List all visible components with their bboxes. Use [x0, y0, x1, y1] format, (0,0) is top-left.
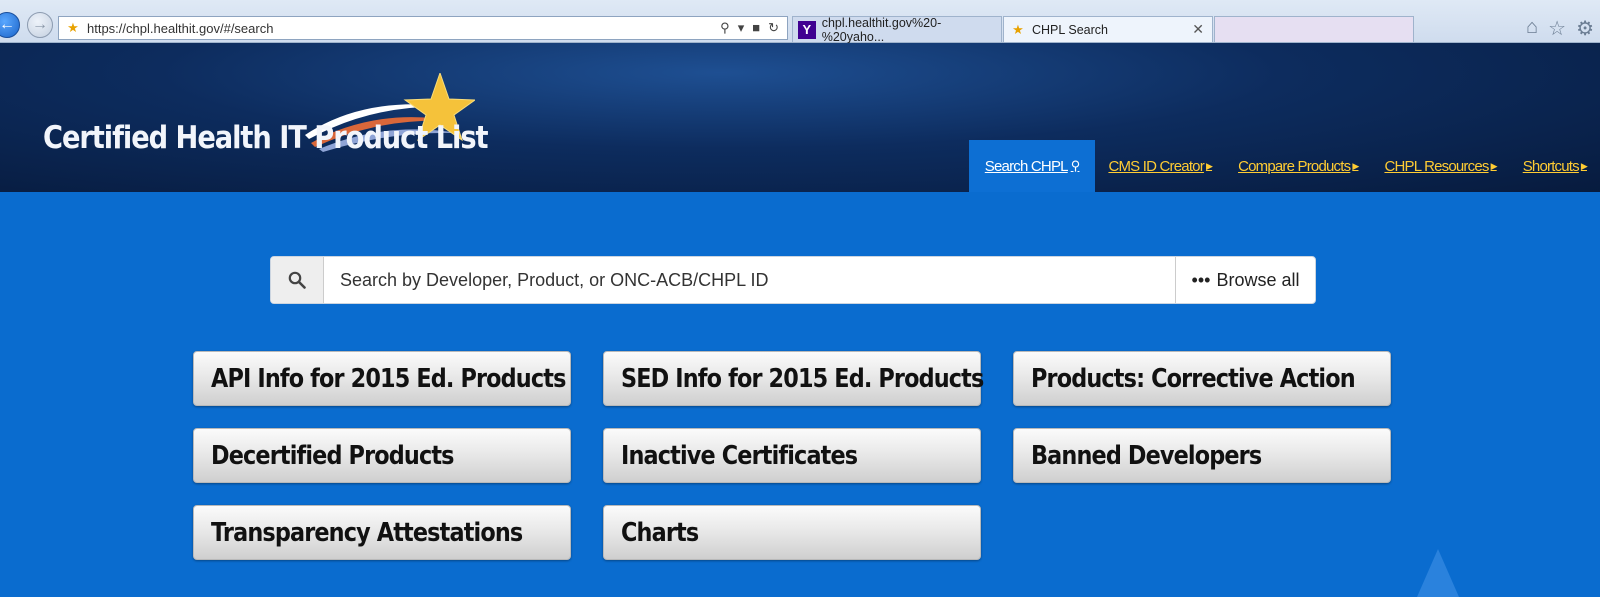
tab-yahoo[interactable]: Y chpl.healthit.gov%20-%20yaho... [792, 15, 1002, 44]
tile-label: Inactive Certificates [621, 440, 858, 471]
tile-banned-developers[interactable]: Banned Developers [1013, 428, 1391, 483]
browse-all-button[interactable]: ••• Browse all [1175, 257, 1315, 303]
nav-label: CHPL Resources [1384, 157, 1489, 175]
lock-icon[interactable]: ■ [752, 20, 760, 36]
nav-cms-id-creator[interactable]: CMS ID Creator ▶ [1095, 140, 1225, 192]
tile-label: Transparency Attestations [211, 517, 523, 548]
search-bar: ••• Browse all [270, 256, 1316, 304]
favorites-star-icon[interactable]: ☆ [1548, 16, 1566, 41]
chevron-down-icon[interactable]: ▾ [738, 20, 745, 36]
search-icon: ⚲ [1070, 158, 1081, 173]
caret-right-icon: ▶ [1490, 160, 1498, 171]
tile-label: Products: Corrective Action [1031, 363, 1356, 394]
nav-compare-products[interactable]: Compare Products ▶ [1225, 140, 1371, 192]
yahoo-favicon-icon: Y [798, 20, 816, 39]
address-bar[interactable]: ★ https://chpl.healthit.gov/#/search ⚲ ▾… [58, 16, 788, 40]
search-icon [288, 271, 306, 289]
nav-label: Compare Products [1238, 157, 1351, 175]
caret-right-icon: ▶ [1580, 160, 1588, 171]
tile-label: Decertified Products [211, 440, 454, 471]
site-header: Certified Health IT Product List Search … [0, 43, 1600, 192]
nav-shortcuts[interactable]: Shortcuts ▶ [1510, 140, 1600, 192]
tile-decertified-products[interactable]: Decertified Products [193, 428, 571, 483]
tile-api-info[interactable]: API Info for 2015 Ed. Products [193, 351, 571, 406]
nav-chpl-resources[interactable]: CHPL Resources ▶ [1371, 140, 1509, 192]
search-input[interactable] [324, 257, 1175, 303]
forward-button[interactable]: → [27, 12, 53, 38]
tab-label: chpl.healthit.gov%20-%20yaho... [821, 15, 942, 44]
nav-label: Search CHPL [984, 157, 1069, 175]
browse-all-label: Browse all [1216, 269, 1300, 290]
nav-search-chpl[interactable]: Search CHPL ⚲ [968, 140, 1096, 192]
gear-icon[interactable]: ⚙ [1576, 16, 1594, 41]
close-tab-icon[interactable]: ✕ [1192, 21, 1204, 38]
search-icon-addon[interactable] [271, 257, 324, 303]
ellipsis-icon: ••• [1191, 269, 1211, 290]
address-url[interactable]: https://chpl.healthit.gov/#/search [87, 21, 720, 36]
tile-label: Charts [621, 517, 699, 548]
site-title[interactable]: Certified Health IT Product List [43, 120, 489, 156]
tile-sed-info[interactable]: SED Info for 2015 Ed. Products [603, 351, 984, 406]
nav-label: CMS ID Creator [1108, 157, 1204, 175]
back-button[interactable]: ← [0, 12, 20, 38]
tab-label: CHPL Search [1032, 22, 1108, 37]
tile-label: Banned Developers [1031, 440, 1262, 471]
tile-label: API Info for 2015 Ed. Products [211, 363, 566, 394]
site-favicon-icon: ★ [1012, 21, 1024, 37]
refresh-icon[interactable]: ↻ [768, 20, 779, 36]
nav-label: Shortcuts [1522, 157, 1580, 175]
search-icon[interactable]: ⚲ [720, 20, 730, 36]
home-icon[interactable]: ⌂ [1526, 16, 1538, 41]
site-favicon-icon: ★ [67, 20, 79, 35]
main-nav: Search CHPL ⚲ CMS ID Creator ▶ Compare P… [968, 140, 1600, 192]
arrow-right-icon: → [32, 16, 48, 33]
tab-chpl-search[interactable]: ★ CHPL Search ✕ [1003, 16, 1213, 42]
browser-chrome: ← → ★ https://chpl.healthit.gov/#/search… [0, 0, 1600, 44]
tile-transparency-attestations[interactable]: Transparency Attestations [193, 505, 571, 560]
tab-new[interactable] [1214, 16, 1414, 42]
caret-right-icon: ▶ [1352, 160, 1359, 171]
tile-label: SED Info for 2015 Ed. Products [621, 363, 984, 394]
tile-corrective-action[interactable]: Products: Corrective Action [1013, 351, 1391, 406]
caret-right-icon: ▶ [1205, 160, 1213, 171]
tile-inactive-certificates[interactable]: Inactive Certificates [603, 428, 981, 483]
decorative-triangle [1417, 549, 1459, 597]
tile-charts[interactable]: Charts [603, 505, 981, 560]
arrow-left-icon: ← [0, 16, 15, 33]
